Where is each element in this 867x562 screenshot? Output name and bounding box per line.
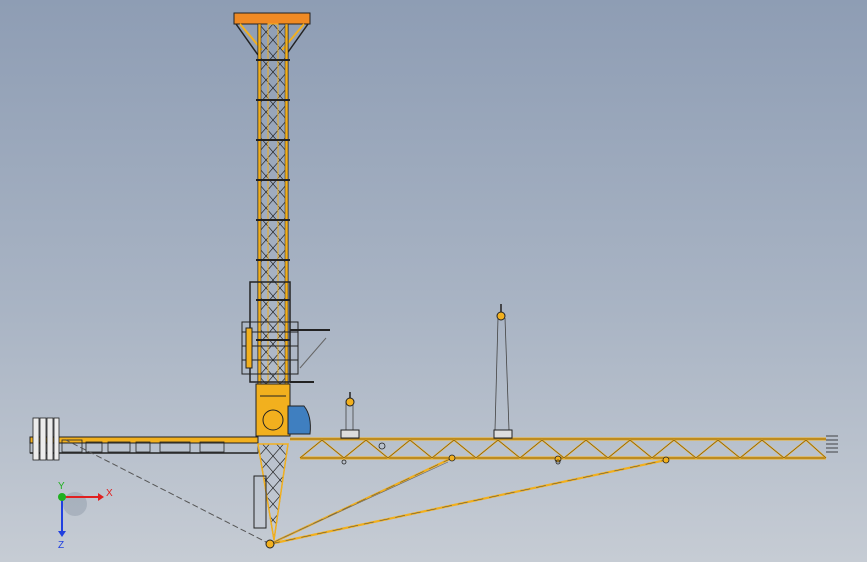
counterweights — [32, 417, 60, 461]
3d-viewport[interactable]: X Y Z — [0, 0, 867, 562]
x-axis-label: X — [106, 488, 113, 499]
jib-tip — [826, 435, 838, 453]
main-jib — [290, 435, 838, 460]
operator-cab — [287, 405, 311, 435]
trolley-far — [493, 317, 513, 439]
z-axis-label: Z — [58, 540, 64, 551]
lower-bracket — [253, 443, 289, 549]
y-axis-label: Y — [58, 481, 65, 492]
crane-model[interactable]: X Y Z — [0, 0, 867, 562]
tower-mast — [256, 23, 290, 385]
hook-near — [345, 392, 355, 407]
view-triad[interactable]: X Y Z — [58, 481, 113, 551]
hook-far — [496, 304, 506, 321]
y-axis — [58, 493, 66, 501]
slewing-unit — [255, 383, 291, 437]
counter-jib-machinery — [61, 439, 225, 453]
trolley-near — [340, 402, 360, 439]
jib-tie-bars — [65, 439, 670, 546]
